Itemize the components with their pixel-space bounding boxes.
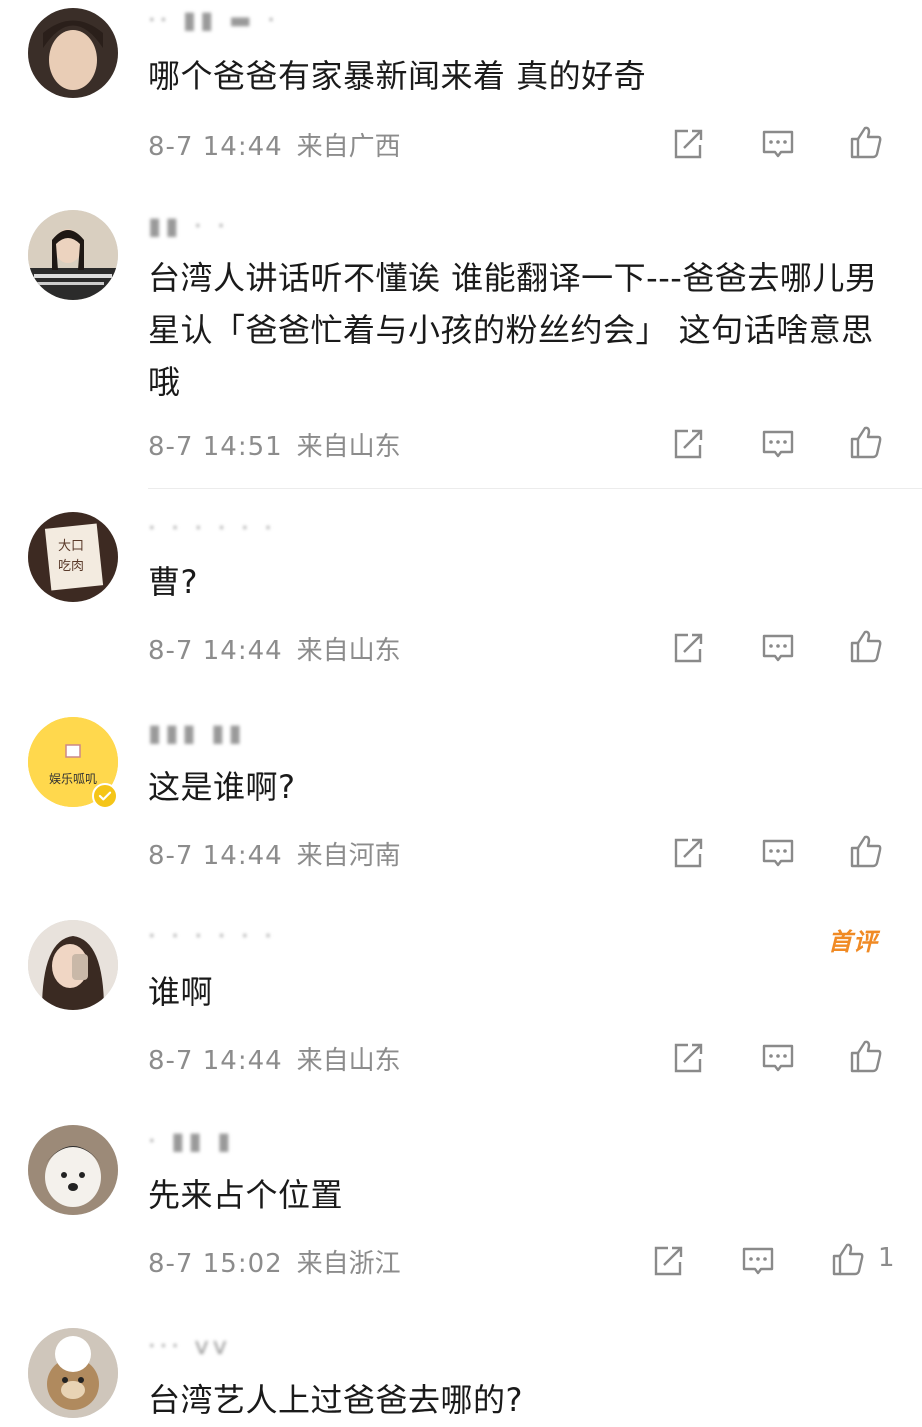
comment-location: 来自广西 <box>296 132 401 162</box>
comment-text: 台湾艺人上过爸爸去哪的? <box>148 1381 523 1419</box>
comment-text: 曹? <box>148 563 198 601</box>
divider <box>148 488 922 489</box>
first-comment-badge: 首评 <box>828 928 878 956</box>
comment-item: 大口吃肉 · · · · · · 曹? 8-7 14:44 来自山东 <box>0 500 922 700</box>
comment-time: 8-7 14:51 <box>148 432 283 462</box>
like-count: 1 <box>878 1243 895 1273</box>
username[interactable]: ▮▮▮ ▮▮ <box>148 719 246 747</box>
comment-location: 来自山东 <box>296 636 401 666</box>
share-icon[interactable] <box>670 630 706 666</box>
username[interactable]: · · · · · · <box>148 514 276 542</box>
comment-text: 台湾人讲话听不懂诶 谁能翻译一下---爸爸去哪儿男星认「爸爸忙着与小孩的粉丝约会… <box>148 259 878 401</box>
comment-item: · ▮▮ ▮ 先来占个位置 8-7 15:02 来自浙江 1 <box>0 1115 922 1315</box>
avatar-label: 娱乐呱叽 <box>49 771 97 786</box>
comment-item: · · · · · · 首评 谁啊 8-7 14:44 来自山东 <box>0 910 922 1110</box>
avatar[interactable] <box>28 210 118 300</box>
avatar[interactable] <box>28 8 118 98</box>
share-icon[interactable] <box>670 426 706 462</box>
comment-item: ··· vv 台湾艺人上过爸爸去哪的? <box>0 1318 922 1427</box>
comment-icon[interactable] <box>760 1040 796 1076</box>
comment-time: 8-7 15:02 <box>148 1249 283 1279</box>
comment-location: 来自河南 <box>296 841 401 871</box>
avatar[interactable] <box>28 1125 118 1215</box>
comment-location: 来自山东 <box>296 432 401 462</box>
comment-time: 8-7 14:44 <box>148 841 283 871</box>
comment-item: ·· ▮▮ ▬ · 哪个爸爸有家暴新闻来着 真的好奇 8-7 14:44 来自广西 <box>0 0 922 200</box>
comment-meta: 8-7 15:02 来自浙江 <box>148 1243 401 1280</box>
comment-meta: 8-7 14:44 来自山东 <box>148 630 401 667</box>
svg-text:大口: 大口 <box>58 539 84 554</box>
avatar[interactable] <box>28 1328 118 1418</box>
comment-icon[interactable] <box>760 426 796 462</box>
comment-location: 来自浙江 <box>296 1249 401 1279</box>
svg-text:吃肉: 吃肉 <box>58 558 84 574</box>
comment-icon[interactable] <box>760 835 796 871</box>
comment-time: 8-7 14:44 <box>148 132 283 162</box>
share-icon[interactable] <box>670 1040 706 1076</box>
thumbs-up-icon[interactable] <box>848 628 884 664</box>
comment-time: 8-7 14:44 <box>148 636 283 666</box>
username[interactable]: ·· ▮▮ ▬ · <box>148 6 279 34</box>
username[interactable]: ▮▮ · · <box>148 212 229 240</box>
verified-badge-icon <box>92 783 118 809</box>
share-icon[interactable] <box>670 126 706 162</box>
comment-item: 娱乐呱叽 ▮▮▮ ▮▮ 这是谁啊? 8-7 14:44 来自河南 <box>0 705 922 905</box>
comment-text: 这是谁啊? <box>148 768 296 806</box>
comment-meta: 8-7 14:44 来自山东 <box>148 1040 401 1077</box>
thumbs-up-icon[interactable] <box>848 424 884 460</box>
username[interactable]: ··· vv <box>148 1332 231 1360</box>
avatar[interactable] <box>28 920 118 1010</box>
comment-item: ▮▮ · · 台湾人讲话听不懂诶 谁能翻译一下---爸爸去哪儿男星认「爸爸忙着与… <box>0 200 922 490</box>
username[interactable]: · ▮▮ ▮ <box>148 1127 235 1155</box>
thumbs-up-icon[interactable] <box>830 1241 866 1277</box>
comment-icon[interactable] <box>740 1243 776 1279</box>
comment-location: 来自山东 <box>296 1046 401 1076</box>
username[interactable]: · · · · · · <box>148 922 276 950</box>
comment-meta: 8-7 14:44 来自河南 <box>148 835 401 872</box>
comment-meta: 8-7 14:51 来自山东 <box>148 426 401 463</box>
avatar[interactable]: 大口 吃肉 <box>28 512 118 602</box>
share-icon[interactable] <box>670 835 706 871</box>
thumbs-up-icon[interactable] <box>848 1038 884 1074</box>
thumbs-up-icon[interactable] <box>848 124 884 160</box>
comment-text: 谁啊 <box>148 973 214 1011</box>
comment-icon[interactable] <box>760 126 796 162</box>
share-icon[interactable] <box>650 1243 686 1279</box>
comment-time: 8-7 14:44 <box>148 1046 283 1076</box>
comment-icon[interactable] <box>760 630 796 666</box>
thumbs-up-icon[interactable] <box>848 833 884 869</box>
comment-meta: 8-7 14:44 来自广西 <box>148 126 401 163</box>
comment-text: 哪个爸爸有家暴新闻来着 真的好奇 <box>148 57 647 95</box>
comment-text: 先来占个位置 <box>148 1176 344 1214</box>
